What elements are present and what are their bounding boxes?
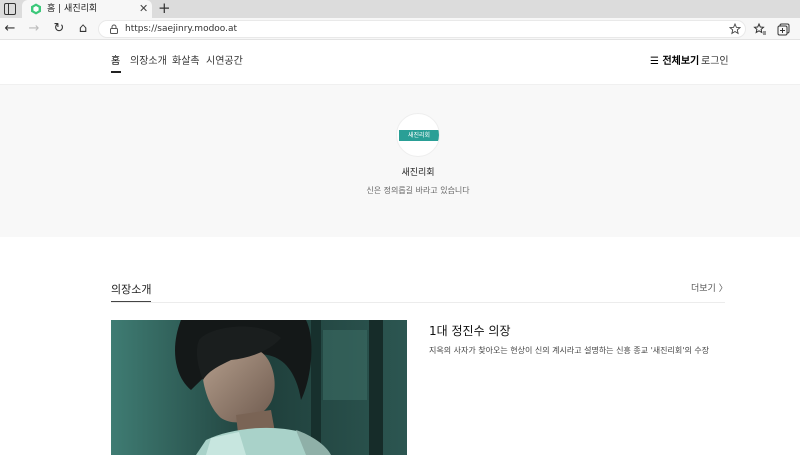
section-divider [111, 302, 725, 303]
logo-text: 새진리회 [407, 132, 431, 139]
login-link[interactable]: 로그인 [701, 55, 729, 69]
site-name: 새진리회 [401, 168, 435, 178]
nav-item-demo-space[interactable]: 시연공간 [206, 55, 243, 69]
view-all-menu-button[interactable]: ☰ 전체보기 [650, 55, 699, 69]
browser-tab-bar: 홈 | 새진리회 ✕ + [0, 0, 800, 18]
collections-icon[interactable] [776, 21, 792, 37]
tab-actions-icon[interactable] [4, 3, 16, 15]
url-text: https://saejinry.modoo.at [125, 24, 238, 34]
chairman-photo-image [111, 320, 407, 455]
section-title: 의장소개 [111, 283, 152, 296]
site-tagline: 신은 정의롭길 바라고 있습니다 [366, 186, 470, 195]
card-description: 지옥의 사자가 찾아오는 현상이 신의 계시라고 설명하는 신흥 종교 '새진리… [429, 346, 710, 355]
site-logo[interactable]: 새진리회 [396, 113, 440, 157]
nav-item-chairman[interactable]: 의장소개 [130, 55, 167, 69]
home-button[interactable]: ⌂ [75, 21, 91, 37]
nav-item-arrowhead[interactable]: 화살촉 [172, 55, 200, 69]
close-tab-icon[interactable]: ✕ [139, 2, 148, 15]
browser-tab-active[interactable]: 홈 | 새진리회 ✕ [22, 0, 152, 18]
forward-button[interactable]: → [26, 21, 42, 37]
card-title[interactable]: 1대 정진수 의장 [429, 323, 511, 339]
site-favicon-icon [31, 3, 41, 15]
reload-button[interactable]: ↻ [51, 21, 67, 37]
hero-banner: 새진리회 새진리회 신은 정의롭길 바라고 있습니다 [0, 85, 800, 237]
browser-toolbar: ← → ↻ ⌂ https://saejinry.modoo.at [0, 18, 800, 40]
site-header: 홈 의장소개 화살촉 시연공간 ☰ 전체보기 로그인 [0, 40, 800, 85]
more-link[interactable]: 더보기 〉 [691, 283, 728, 296]
nav-item-home[interactable]: 홈 [111, 55, 120, 69]
chairman-photo[interactable] [111, 320, 407, 455]
logo-band: 새진리회 [399, 130, 439, 141]
favorites-icon[interactable] [752, 21, 768, 37]
lock-icon [110, 24, 118, 34]
address-bar[interactable]: https://saejinry.modoo.at [98, 20, 746, 38]
add-favorite-icon[interactable] [729, 23, 741, 35]
back-button[interactable]: ← [2, 21, 18, 37]
tab-title: 홈 | 새진리회 [47, 4, 98, 14]
new-tab-button[interactable]: + [158, 0, 171, 17]
nav-active-indicator [111, 71, 121, 73]
